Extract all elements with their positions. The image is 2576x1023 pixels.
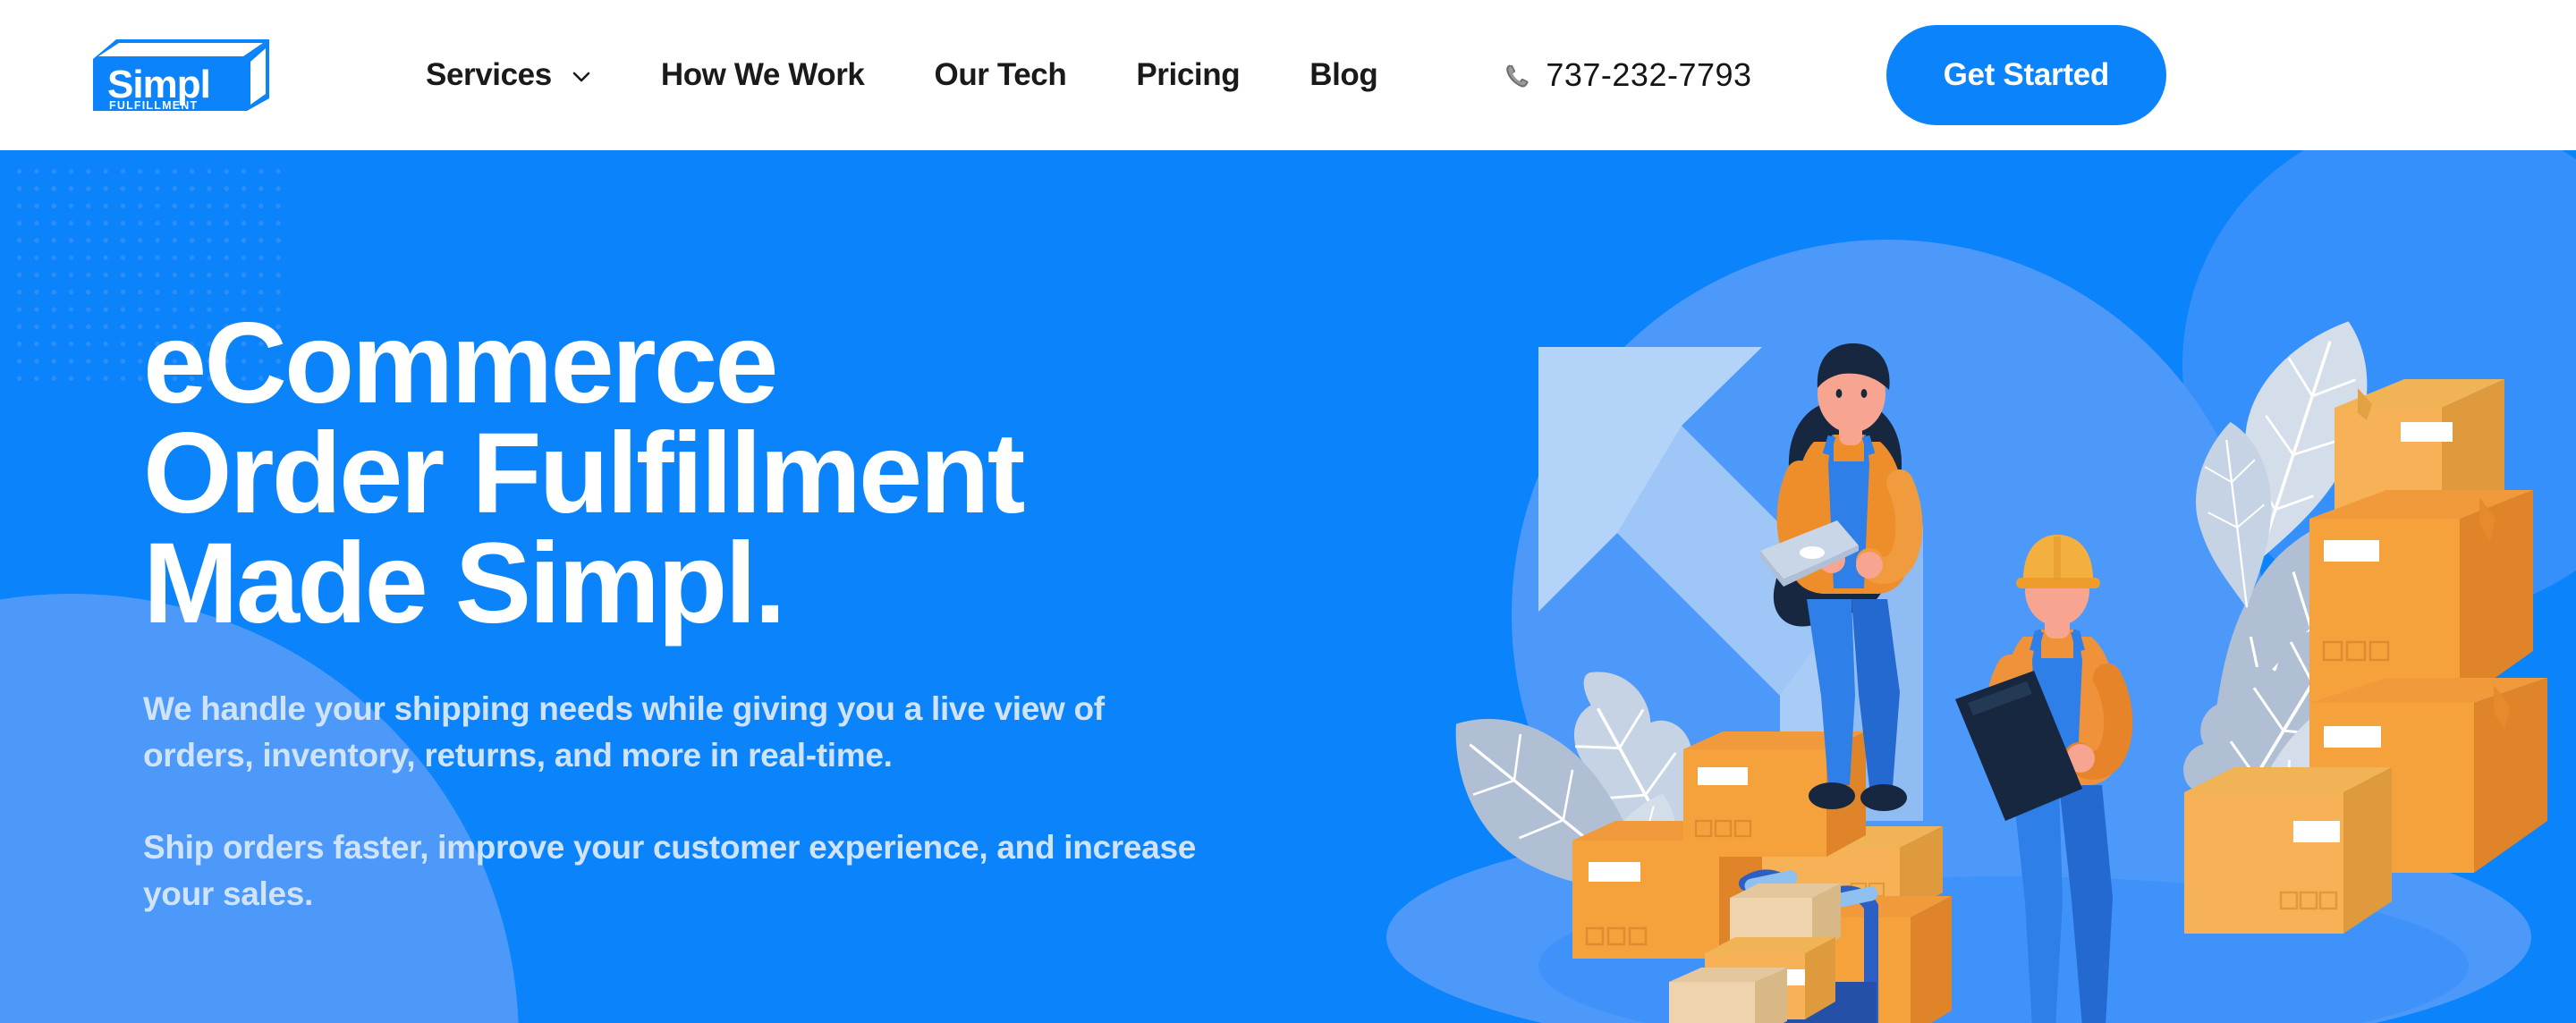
hero-paragraph-1: We handle your shipping needs while givi…	[143, 689, 1105, 774]
nav-label-pricing: Pricing	[1136, 57, 1241, 92]
phone-number: 737-232-7793	[1546, 56, 1752, 93]
nav-item-how-we-work[interactable]: How We Work	[661, 57, 865, 93]
headline-line-2: Order Fulfillment	[143, 409, 1025, 537]
box-foreground-front	[1669, 968, 1787, 1023]
nav-item-pricing[interactable]: Pricing	[1136, 57, 1240, 93]
hero-section: eCommerce Order Fulfillment Made Simpl. …	[0, 150, 2576, 1023]
main-navigation: Services How We Work Our Tech Pricing Bl…	[426, 57, 1378, 93]
nav-label-blog: Blog	[1309, 57, 1378, 92]
nav-item-services[interactable]: Services	[426, 57, 591, 93]
hero-content: eCommerce Order Fulfillment Made Simpl. …	[143, 300, 1261, 918]
headline-line-3: Made Simpl.	[143, 519, 786, 647]
hero-paragraph-2: Ship orders faster, improve your custome…	[143, 828, 1197, 913]
page-root: Simpl FULFILLMENT Services How We Work O…	[0, 0, 2576, 1023]
fulfillment-illustration-svg	[1386, 240, 2547, 1023]
site-header: Simpl FULFILLMENT Services How We Work O…	[0, 0, 2576, 150]
nav-label-services: Services	[426, 57, 552, 92]
hero-headline: eCommerce Order Fulfillment Made Simpl.	[143, 300, 1261, 647]
get-started-button[interactable]: Get Started	[1885, 25, 2166, 125]
nav-label-how-we-work: How We Work	[660, 57, 865, 92]
nav-item-blog[interactable]: Blog	[1309, 57, 1378, 93]
chevron-down-icon[interactable]	[572, 67, 591, 87]
box-wide-center-right	[2184, 767, 2392, 934]
phone-icon	[1503, 61, 1533, 91]
svg-text:FULFILLMENT: FULFILLMENT	[109, 99, 198, 112]
nav-item-our-tech[interactable]: Our Tech	[935, 57, 1067, 93]
nav-label-our-tech: Our Tech	[934, 57, 1067, 92]
site-logo[interactable]: Simpl FULFILLMENT	[86, 34, 274, 116]
hero-illustration	[1386, 195, 2576, 1023]
headline-line-1: eCommerce	[143, 300, 778, 427]
simpl-logo-icon: Simpl FULFILLMENT	[93, 39, 269, 112]
phone-link[interactable]: 737-232-7793	[1503, 56, 1751, 94]
